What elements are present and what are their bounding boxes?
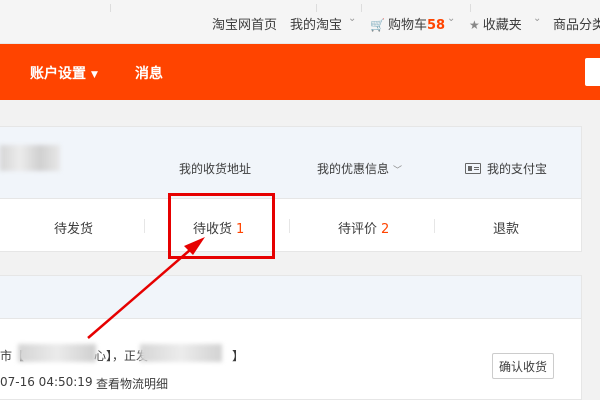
account-info-header: 我的收货地址 我的优惠信息 ﹀ 我的支付宝 — [0, 127, 581, 199]
my-taobao-link[interactable]: 我的淘宝 — [290, 14, 342, 33]
confirm-receipt-button[interactable]: 确认收货 — [492, 353, 554, 379]
account-info-panel: 我的收货地址 我的优惠信息 ﹀ 我的支付宝 待发货 待收货 1 待评价 2 退款 — [0, 126, 582, 252]
coupons-label: 我的优惠信息 — [317, 162, 390, 176]
tab-label: 待发货 — [54, 222, 94, 237]
redacted-text — [140, 344, 222, 362]
shipping-address-link[interactable]: 我的收货地址 — [179, 160, 251, 177]
tab-label: 退款 — [493, 222, 520, 237]
categories-link[interactable]: 商品分类 — [553, 14, 600, 33]
divider — [144, 219, 145, 233]
divider — [110, 4, 111, 12]
chevron-down-icon[interactable]: ⌄ — [533, 13, 541, 24]
main-nav-bar: 账户设置 ▼ 消息 — [0, 44, 600, 100]
redacted-text — [18, 344, 96, 362]
top-utility-bar: 淘宝网首页 我的淘宝 ⌄ 🛒 购物车58 ⌄ ★ 收藏夹 ⌄ 商品分类 — [0, 0, 600, 44]
tab-refund[interactable]: 退款 — [493, 218, 519, 237]
order-status-tabs: 待发货 待收货 1 待评价 2 退款 — [0, 199, 581, 253]
cart-label: 购物车 — [387, 18, 427, 33]
taobao-home-link[interactable]: 淘宝网首页 — [212, 14, 277, 33]
divider — [361, 4, 362, 12]
status-text-part: 】 — [232, 349, 245, 363]
chevron-down-icon: ▼ — [91, 70, 98, 80]
search-input[interactable] — [585, 58, 600, 86]
favorites-link[interactable]: ★ 收藏夹 — [469, 14, 522, 33]
redacted-username — [0, 145, 60, 171]
favorites-label: 收藏夹 — [482, 18, 522, 33]
annotation-highlight-box — [168, 193, 275, 259]
coupons-link[interactable]: 我的优惠信息 ﹀ — [317, 160, 402, 177]
tab-pending-review[interactable]: 待评价 2 — [338, 218, 389, 237]
alipay-label: 我的支付宝 — [487, 162, 548, 176]
chevron-down-icon[interactable]: ⌄ — [447, 13, 455, 24]
tab-label: 待评价 — [338, 222, 378, 237]
tab-count: 2 — [381, 222, 390, 237]
divider — [434, 219, 435, 233]
divider — [316, 4, 317, 12]
cart-link[interactable]: 🛒 购物车58 — [370, 14, 445, 33]
alipay-link[interactable]: 我的支付宝 — [465, 160, 547, 177]
order-header — [0, 275, 582, 319]
cart-icon: 🛒 — [370, 18, 385, 32]
account-settings-menu[interactable]: 账户设置 ▼ — [30, 63, 98, 83]
account-settings-label: 账户设置 — [30, 66, 86, 82]
id-card-icon — [465, 163, 481, 174]
order-timestamp: 07-16 04:50:19 — [0, 375, 93, 389]
tab-pending-shipment[interactable]: 待发货 — [54, 218, 93, 237]
divider — [289, 219, 290, 233]
cart-count: 58 — [426, 18, 446, 33]
star-icon: ★ — [469, 18, 480, 32]
chevron-down-icon[interactable]: ⌄ — [348, 13, 356, 24]
divider — [470, 4, 471, 12]
chevron-down-icon: ﹀ — [393, 166, 403, 176]
messages-link[interactable]: 消息 — [135, 63, 163, 83]
view-logistics-link[interactable]: 查看物流明细 — [96, 375, 168, 392]
